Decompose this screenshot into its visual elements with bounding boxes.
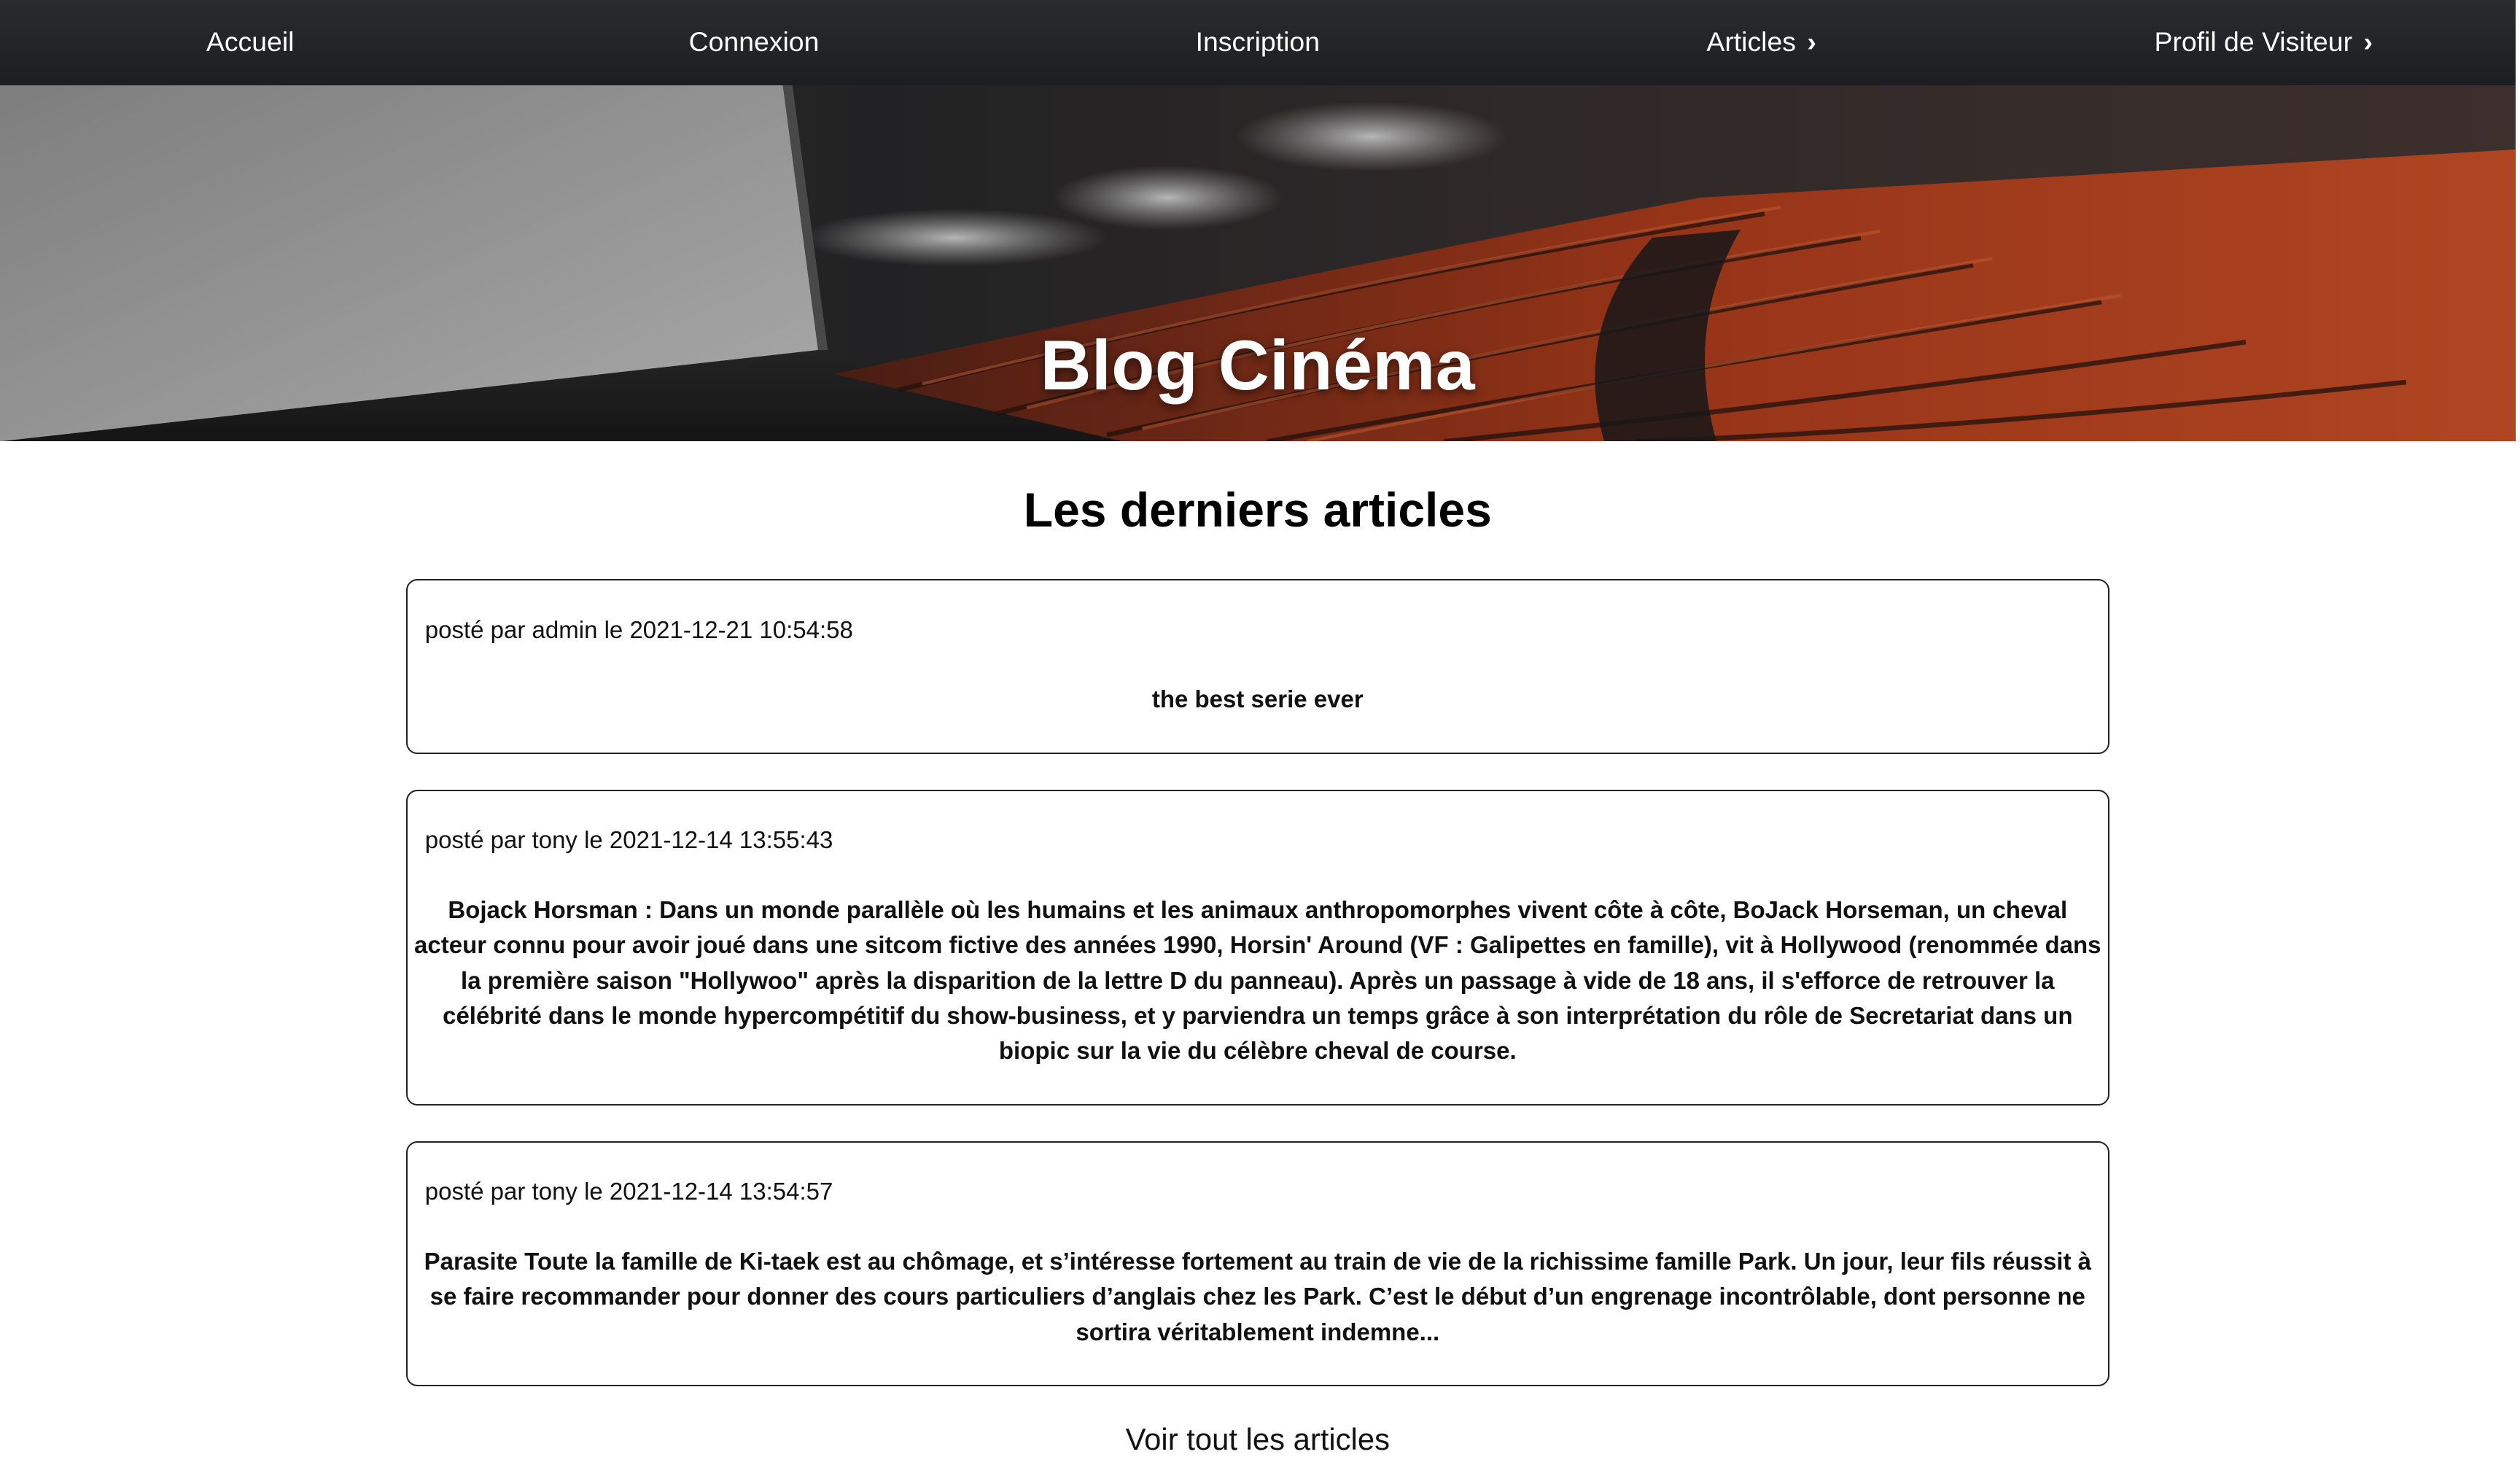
top-navbar: Accueil Connexion Inscription Articles › … bbox=[0, 0, 2516, 85]
nav-link-label: Profil de Visiteur bbox=[2154, 26, 2353, 57]
article-excerpt: Parasite Toute la famille de Ki-taek est… bbox=[424, 1247, 2091, 1345]
nav-link-inscription[interactable]: Inscription bbox=[1196, 0, 1320, 85]
nav-link-label: Accueil bbox=[206, 26, 295, 57]
article-card[interactable]: posté par admin le 2021-12-21 10:54:58 t… bbox=[405, 579, 2109, 755]
article-card[interactable]: posté par tony le 2021-12-14 13:55:43 Bo… bbox=[405, 789, 2109, 1106]
article-meta: posté par tony le 2021-12-14 13:54:57 bbox=[424, 1177, 833, 1205]
article-excerpt: the best serie ever bbox=[1151, 685, 1364, 713]
hero-title: Blog Cinéma bbox=[1040, 325, 1476, 405]
article-card[interactable]: posté par tony le 2021-12-14 13:54:57 Pa… bbox=[405, 1141, 2109, 1387]
article-excerpt: Bojack Horsman : Dans un monde parallèle… bbox=[414, 895, 2101, 1065]
nav-link-label: Articles bbox=[1706, 26, 1796, 57]
nav-link-articles[interactable]: Articles › bbox=[1706, 0, 1816, 85]
hero-banner: Blog Cinéma bbox=[0, 85, 2516, 441]
nav-link-label: Connexion bbox=[688, 26, 820, 57]
section-title: Les derniers articles bbox=[1023, 482, 1492, 537]
nav-link-label: Inscription bbox=[1195, 26, 1321, 57]
chevron-right-icon: › bbox=[1807, 26, 1816, 57]
see-all-articles-link[interactable]: Voir tout les articles bbox=[0, 1422, 2516, 1457]
nav-link-profil-visiteur[interactable]: Profil de Visiteur › bbox=[2154, 0, 2372, 85]
chevron-right-icon: › bbox=[2363, 26, 2373, 57]
article-meta: posté par tony le 2021-12-14 13:55:43 bbox=[424, 825, 833, 853]
article-meta: posté par admin le 2021-12-21 10:54:58 bbox=[424, 615, 853, 643]
nav-link-accueil[interactable]: Accueil bbox=[206, 0, 295, 85]
nav-link-connexion[interactable]: Connexion bbox=[689, 0, 820, 85]
article-list: posté par admin le 2021-12-21 10:54:58 t… bbox=[405, 579, 2109, 1387]
page: Accueil Connexion Inscription Articles › … bbox=[0, 0, 2516, 1457]
main-content: Les derniers articles posté par admin le… bbox=[0, 441, 2516, 1457]
